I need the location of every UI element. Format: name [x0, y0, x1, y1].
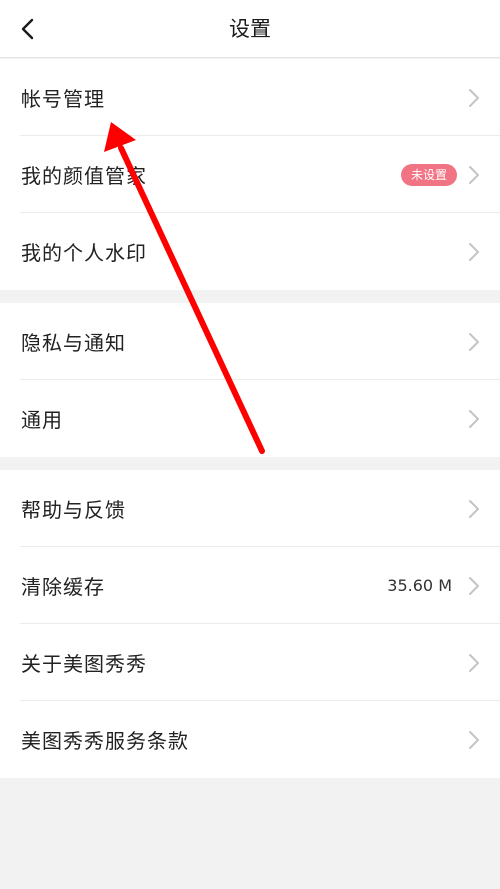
settings-item-account-management[interactable]: 帐号管理: [0, 59, 500, 136]
settings-item-label: 通用: [21, 408, 63, 432]
chevron-right-icon: [469, 499, 479, 518]
navigation-bar: 设置: [0, 0, 500, 58]
settings-item-help-feedback[interactable]: 帮助与反馈: [0, 470, 500, 547]
settings-item-general[interactable]: 通用: [0, 380, 500, 457]
settings-item-label: 美图秀秀服务条款: [21, 729, 189, 753]
cache-size-value: 35.60 M: [387, 575, 452, 595]
back-button[interactable]: [10, 12, 44, 46]
settings-group-account: 帐号管理 我的颜值管家 未设置 我的个人水印: [0, 59, 500, 290]
chevron-right-icon: [469, 242, 479, 261]
settings-item-label: 清除缓存: [21, 575, 105, 599]
chevron-right-icon: [469, 88, 479, 107]
page-title: 设置: [229, 17, 271, 41]
chevron-right-icon: [469, 332, 479, 351]
chevron-left-icon: [21, 18, 34, 40]
settings-item-terms-of-service[interactable]: 美图秀秀服务条款: [0, 701, 500, 778]
settings-group-about: 帮助与反馈 清除缓存 35.60 M 关于美图秀秀 美图秀秀服务条款: [0, 470, 500, 778]
chevron-right-icon: [469, 165, 479, 184]
settings-item-personal-watermark[interactable]: 我的个人水印: [0, 213, 500, 290]
settings-item-privacy-notifications[interactable]: 隐私与通知: [0, 303, 500, 380]
settings-item-label: 隐私与通知: [21, 331, 126, 355]
chevron-right-icon: [469, 653, 479, 672]
chevron-right-icon: [469, 730, 479, 749]
settings-item-label: 我的颜值管家: [21, 164, 147, 188]
chevron-right-icon: [469, 409, 479, 428]
settings-item-beauty-manager[interactable]: 我的颜值管家 未设置: [0, 136, 500, 213]
settings-item-label: 帐号管理: [21, 87, 105, 111]
settings-item-about[interactable]: 关于美图秀秀: [0, 624, 500, 701]
settings-item-label: 关于美图秀秀: [21, 652, 147, 676]
settings-item-label: 帮助与反馈: [21, 498, 126, 522]
settings-group-general: 隐私与通知 通用: [0, 303, 500, 457]
status-badge: 未设置: [400, 163, 457, 186]
settings-item-label: 我的个人水印: [21, 241, 147, 265]
chevron-right-icon: [469, 576, 479, 595]
settings-item-clear-cache[interactable]: 清除缓存 35.60 M: [0, 547, 500, 624]
